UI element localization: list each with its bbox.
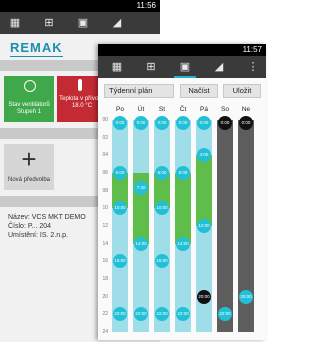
day-header-3: Čt <box>179 106 187 113</box>
schedule-point[interactable]: 20:00 <box>197 289 211 304</box>
schedule-point[interactable]: 7:40 <box>134 181 148 196</box>
schedule-point[interactable]: 14:00 <box>134 236 148 251</box>
signal-icon: ◢ <box>214 61 224 73</box>
schedule-point[interactable]: 0:00 <box>155 116 169 130</box>
toolbar: ▦ ⊞ ▣ ◢ ⋮ <box>98 56 266 78</box>
plan-select[interactable]: Týdenní plán <box>104 84 174 98</box>
active-interval[interactable] <box>175 173 191 244</box>
day-header-1: Út <box>137 106 145 113</box>
menu-icon[interactable]: ⋮ <box>242 58 264 76</box>
grid-icon[interactable]: ⊞ <box>38 14 60 32</box>
new-preset-tile[interactable]: + Nová předvolba <box>4 144 54 190</box>
hour-label: 10 <box>102 205 108 212</box>
schedule-point[interactable]: 12:00 <box>197 219 211 233</box>
logo-text: REMAK <box>10 40 63 55</box>
schedule-point[interactable]: 0:00 <box>197 116 211 130</box>
toolbar: ▦ ⊞ ▣ ◢ <box>0 12 160 34</box>
dashboard-icon[interactable]: ▦ <box>4 14 26 32</box>
active-interval[interactable] <box>196 155 212 226</box>
day-header-0: Po <box>116 106 124 113</box>
day-header-2: St <box>158 106 166 113</box>
dashboard-icon[interactable]: ▦ <box>106 58 128 76</box>
hour-label: 20 <box>102 293 108 300</box>
hour-label: 18 <box>102 276 108 282</box>
day-header-6: Ne <box>241 106 251 113</box>
schedule-point[interactable]: 20:00 <box>239 289 253 304</box>
schedule-point[interactable]: 0:00 <box>176 116 190 130</box>
schedule-point[interactable]: 14:00 <box>176 236 190 251</box>
signal-icon: ◢ <box>112 17 122 29</box>
schedule-point[interactable]: 0:00 <box>134 116 148 130</box>
day-track[interactable] <box>112 120 128 332</box>
hour-label: 08 <box>102 187 108 194</box>
ident-name: Název: VCS MKT DEMO <box>8 214 86 221</box>
hour-label: 14 <box>102 240 108 247</box>
plus-icon: + <box>21 144 37 174</box>
hour-label: 06 <box>102 170 108 176</box>
front-phone-screen: 11:57 ▦ ⊞ ▣ ◢ ⋮ Týdenní plán Načíst Ulož… <box>98 44 266 340</box>
hour-label: 24 <box>102 329 108 335</box>
new-preset-label: Nová předvolba <box>7 177 51 183</box>
load-button[interactable]: Načíst <box>180 84 218 98</box>
schedule-point[interactable]: 0:00 <box>113 116 127 130</box>
hour-label: 16 <box>102 258 108 265</box>
weekly-schedule[interactable]: 00 02 04 06 08 10 12 14 16 18 20 22 24 Po 0:00 6:00 10:0… <box>98 104 266 340</box>
status-bar: 11:57 <box>98 44 266 56</box>
day-track[interactable] <box>154 120 170 332</box>
day-track[interactable] <box>217 120 233 332</box>
status-bar: 11:56 <box>0 0 160 12</box>
grid-icon[interactable]: ⊞ <box>140 58 162 76</box>
fan-icon <box>24 80 36 92</box>
schedule-point[interactable]: 0:00 <box>239 116 253 130</box>
remak-logo: REMAK <box>10 40 63 57</box>
schedule-point[interactable]: 6:00 <box>155 166 169 180</box>
hour-label: 02 <box>102 134 108 141</box>
hour-label: 04 <box>102 152 108 159</box>
day-header-4: Pá <box>200 106 208 113</box>
schedule-point[interactable]: 6:00 <box>176 166 190 180</box>
status-time: 11:57 <box>242 45 262 54</box>
ident-number: Číslo: P... 204 <box>8 223 52 230</box>
day-header-5: So <box>221 106 229 113</box>
schedule-point[interactable]: 6:00 <box>113 166 127 180</box>
schedule-point[interactable]: 0:00 <box>218 116 232 130</box>
calendar-icon[interactable]: ▣ <box>72 14 94 32</box>
logo-rule <box>10 56 63 57</box>
fan-status-label: Stav ventilátorů Stupeň 1 <box>8 102 50 115</box>
hour-label: 12 <box>102 223 108 229</box>
hour-label: 22 <box>102 311 108 318</box>
calendar-icon[interactable]: ▣ <box>174 58 196 78</box>
hour-label: 00 <box>102 117 108 123</box>
thermometer-icon <box>78 79 82 91</box>
ident-location: Umístění: IS. 2.n.p. <box>8 232 68 239</box>
status-time: 11:56 <box>136 1 156 10</box>
save-button[interactable]: Uložit <box>223 84 261 98</box>
